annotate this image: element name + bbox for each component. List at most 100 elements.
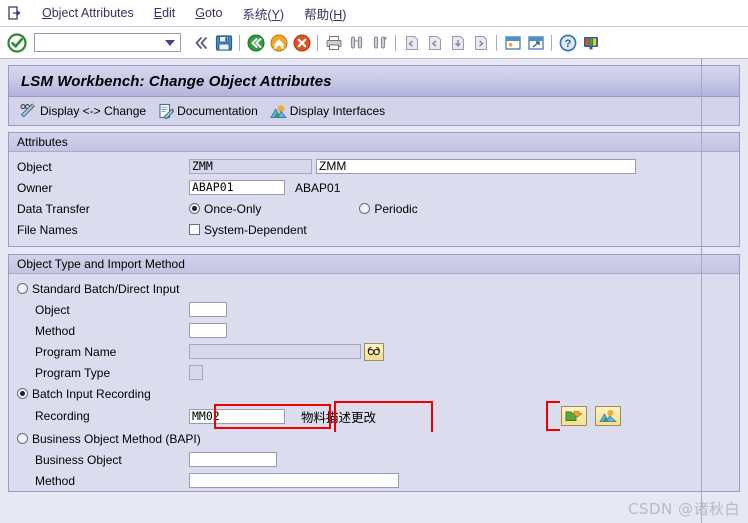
display-change-button[interactable]: Display <-> Change <box>17 101 156 121</box>
std-method-input[interactable] <box>189 323 227 338</box>
batch-input-recording-radio[interactable] <box>17 388 28 399</box>
document-exit-icon[interactable] <box>6 4 24 22</box>
program-type-row: Program Type <box>9 362 739 383</box>
svg-text:?: ? <box>564 38 571 50</box>
recording-annotation-text: 物料描述更改 <box>301 409 377 425</box>
program-name-search-button[interactable] <box>364 342 384 361</box>
window-title-bar: LSM Workbench: Change Object Attributes <box>8 65 740 97</box>
exit-yellow-icon[interactable] <box>267 31 290 54</box>
create-shortcut-icon[interactable] <box>524 31 547 54</box>
find-icon[interactable] <box>345 31 368 54</box>
menu-goto[interactable]: Goto <box>185 4 232 22</box>
std-object-input[interactable] <box>189 302 227 317</box>
back-chevrons-icon[interactable] <box>189 31 212 54</box>
toolbar-separator <box>239 34 240 51</box>
toolbar-separator <box>551 34 552 51</box>
program-name-row: Program Name <box>9 341 739 362</box>
bapi-label: Business Object Method (BAPI) <box>32 431 201 446</box>
program-name-input[interactable] <box>189 344 361 359</box>
program-type-label: Program Type <box>35 365 111 380</box>
first-page-icon[interactable] <box>400 31 423 54</box>
std-object-label: Object <box>35 302 70 317</box>
mountain-sun-icon <box>270 104 287 119</box>
display-interfaces-button[interactable]: Display Interfaces <box>268 102 395 121</box>
periodic-radio[interactable] <box>359 203 371 214</box>
recording-row: Recording 物料描述更改 <box>9 404 739 428</box>
program-type-input[interactable] <box>189 365 203 380</box>
menu-bar: Object Attributes Edit Goto 系统(Y) 帮助(H) <box>0 0 748 27</box>
standard-batch-label: Standard Batch/Direct Input <box>32 281 180 296</box>
form-content: Attributes Object Owner ABAP01 Data Tran… <box>0 126 748 492</box>
object-label: Object <box>17 159 52 174</box>
last-page-icon[interactable] <box>469 31 492 54</box>
toolbar-separator <box>317 34 318 51</box>
business-object-label: Business Object <box>35 452 122 467</box>
folder-arrow-icon <box>565 409 583 423</box>
command-input[interactable] <box>41 36 165 49</box>
object-row: Object <box>9 156 739 177</box>
toolbar: ? <box>0 27 748 59</box>
object-type-group: Object Type and Import Method Standard B… <box>8 254 740 492</box>
owner-row: Owner ABAP01 <box>9 177 739 198</box>
standard-batch-radio[interactable] <box>17 283 28 294</box>
bapi-radio[interactable] <box>17 433 28 444</box>
save-icon[interactable] <box>212 31 235 54</box>
recording-goto-button[interactable] <box>561 406 587 426</box>
menu-help[interactable]: 帮助(H) <box>294 2 356 25</box>
display-change-label: Display <-> Change <box>40 104 147 118</box>
display-interfaces-label: Display Interfaces <box>289 104 386 118</box>
recording-input[interactable] <box>189 408 285 424</box>
menu-edit[interactable]: Edit <box>144 4 186 22</box>
owner-input[interactable] <box>189 180 285 195</box>
attributes-group: Attributes Object Owner ABAP01 Data Tran… <box>8 132 740 247</box>
create-session-icon[interactable] <box>501 31 524 54</box>
object-type-group-body: Standard Batch/Direct Input Object Metho… <box>9 274 739 491</box>
standard-batch-row: Standard Batch/Direct Input <box>9 278 739 299</box>
std-method-row: Method <box>9 320 739 341</box>
menu-system[interactable]: 系统(Y) <box>232 2 294 25</box>
application-area: LSM Workbench: Change Object Attributes … <box>0 59 748 523</box>
chevron-down-icon[interactable] <box>165 39 175 46</box>
glasses-pencil-icon <box>19 103 37 119</box>
std-object-row: Object <box>9 299 739 320</box>
system-dependent-checkbox[interactable] <box>189 224 200 235</box>
bapi-method-row: Method <box>9 470 739 491</box>
object-input[interactable] <box>189 159 312 174</box>
bapi-method-input[interactable] <box>189 473 399 488</box>
mountain-sun-icon <box>599 409 617 423</box>
command-field[interactable] <box>34 33 181 52</box>
cancel-red-icon[interactable] <box>290 31 313 54</box>
green-check-icon[interactable] <box>6 32 28 54</box>
back-green-icon[interactable] <box>244 31 267 54</box>
print-icon[interactable] <box>322 31 345 54</box>
help-icon[interactable]: ? <box>556 31 579 54</box>
recording-display-button[interactable] <box>595 406 621 426</box>
find-next-icon[interactable] <box>368 31 391 54</box>
toolbar-separator <box>395 34 396 51</box>
function-button-bar: Display <-> Change Documentation Display… <box>8 97 740 126</box>
customize-layout-icon[interactable] <box>579 31 602 54</box>
documentation-button[interactable]: Documentation <box>156 101 268 121</box>
owner-label: Owner <box>17 180 53 195</box>
periodic-label: Periodic <box>374 201 418 216</box>
glasses-icon <box>367 346 382 357</box>
documentation-label: Documentation <box>177 104 258 118</box>
bapi-row: Business Object Method (BAPI) <box>9 428 739 449</box>
system-dependent-label: System-Dependent <box>204 222 307 237</box>
owner-static-text: ABAP01 <box>295 180 341 195</box>
next-page-icon[interactable] <box>446 31 469 54</box>
business-object-row: Business Object <box>9 449 739 470</box>
once-only-radio[interactable] <box>189 203 200 214</box>
menu-object-attributes[interactable]: Object Attributes <box>32 4 144 22</box>
attributes-group-header: Attributes <box>9 133 739 152</box>
file-names-label: File Names <box>17 222 78 237</box>
file-names-row: File Names System-Dependent <box>9 219 739 240</box>
std-method-label: Method <box>35 323 76 338</box>
recording-label: Recording <box>35 409 90 423</box>
right-panel-divider <box>701 59 702 523</box>
business-object-input[interactable] <box>189 452 277 467</box>
object-description-input[interactable] <box>316 159 636 174</box>
previous-page-icon[interactable] <box>423 31 446 54</box>
bapi-method-label: Method <box>35 473 76 488</box>
batch-input-recording-label: Batch Input Recording <box>32 386 151 401</box>
